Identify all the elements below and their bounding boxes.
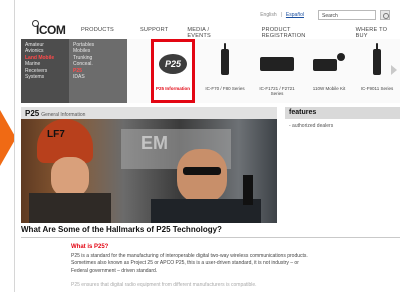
features-panel: features - authorized dealers xyxy=(285,107,400,223)
tile-p25-information[interactable]: P25 P25 Information xyxy=(151,39,195,103)
search-icon[interactable] xyxy=(380,10,390,20)
product-carousel: P25 P25 Information IC-F70 / F80 Series … xyxy=(131,39,400,103)
lang-english-link[interactable]: English xyxy=(260,12,276,18)
truck-text: EM xyxy=(141,133,168,153)
nav-where-to-buy[interactable]: WHERE TO BUY xyxy=(356,27,400,39)
tile-caption: IC-F1721 / F2721 Series xyxy=(259,86,295,96)
browser-page: English | Español Search ICOM PRODUCTS S… xyxy=(14,0,400,292)
carousel-next-icon[interactable] xyxy=(391,65,397,75)
section-title: P25 xyxy=(25,109,40,118)
mobile-kit-icon xyxy=(313,59,337,71)
nav-media-events[interactable]: MEDIA / EVENTS xyxy=(187,27,233,39)
p25-logo-icon: P25 xyxy=(159,54,187,74)
subheading: What is P25? xyxy=(71,244,109,250)
search-input[interactable]: Search xyxy=(318,10,376,20)
body-line-3: Federal government – driven standard. xyxy=(71,267,158,274)
tile-caption: P25 Information xyxy=(155,86,190,91)
top-utility-bar: English | Español Search xyxy=(260,10,390,20)
body-line-2: Sometimes also known as Project 25 or AP… xyxy=(71,260,299,267)
subcategory-idas[interactable]: IDAS xyxy=(73,74,127,80)
nav-products[interactable]: PRODUCTS xyxy=(81,27,114,39)
portable-radio-icon xyxy=(373,49,381,75)
tile-caption: IC-F9011 Series xyxy=(360,86,394,91)
tile-caption: 110W Mobile Kit xyxy=(312,86,346,91)
tile-ic-f70-f80[interactable]: IC-F70 / F80 Series xyxy=(203,39,247,103)
tile-caption: IC-F70 / F80 Series xyxy=(205,86,245,91)
section-header: P25 General Information xyxy=(21,107,277,119)
body-paragraph: P25 is a standard for the manufacturing … xyxy=(71,253,371,275)
category-menu-primary: Amateur Avionics Land Mobile Marine Rece… xyxy=(21,39,69,103)
tile-ic-f1721-f2721[interactable]: IC-F1721 / F2721 Series xyxy=(255,39,299,103)
nav-product-registration[interactable]: PRODUCT REGISTRATION xyxy=(262,27,335,39)
logo-wordmark: ICOM xyxy=(36,23,66,37)
category-bar: Amateur Avionics Land Mobile Marine Rece… xyxy=(21,39,400,103)
mobile-radio-icon xyxy=(260,57,294,71)
main-navigation: PRODUCTS SUPPORT MEDIA / EVENTS PRODUCT … xyxy=(81,27,400,39)
tile-110w-mobile-kit[interactable]: 110W Mobile Kit xyxy=(307,39,351,103)
portable-radio-icon xyxy=(221,49,229,75)
faded-paragraph: P25 ensures that digital radio equipment… xyxy=(71,282,257,288)
lang-espanol-link[interactable]: Español xyxy=(286,12,304,18)
features-title: features xyxy=(285,107,400,119)
category-menu-secondary: Portables Mobiles Trunking Conceal. P25 … xyxy=(69,39,127,103)
section-subtitle: General Information xyxy=(41,112,86,118)
nav-support[interactable]: SUPPORT xyxy=(140,27,168,39)
features-item-authorized-dealers[interactable]: - authorized dealers xyxy=(285,119,400,133)
divider xyxy=(21,237,400,238)
icom-logo[interactable]: ICOM xyxy=(32,20,68,37)
handheld-radio-icon xyxy=(243,175,253,205)
page-heading: What Are Some of the Hallmarks of P25 Te… xyxy=(21,225,222,234)
hero-image-firefighter-officer: LF7 EM xyxy=(21,119,277,223)
helmet-text: LF7 xyxy=(47,129,65,140)
lang-separator: | xyxy=(280,12,282,18)
category-systems[interactable]: Systems xyxy=(25,74,69,80)
body-line-1: P25 is a standard for the manufacturing … xyxy=(71,253,308,259)
